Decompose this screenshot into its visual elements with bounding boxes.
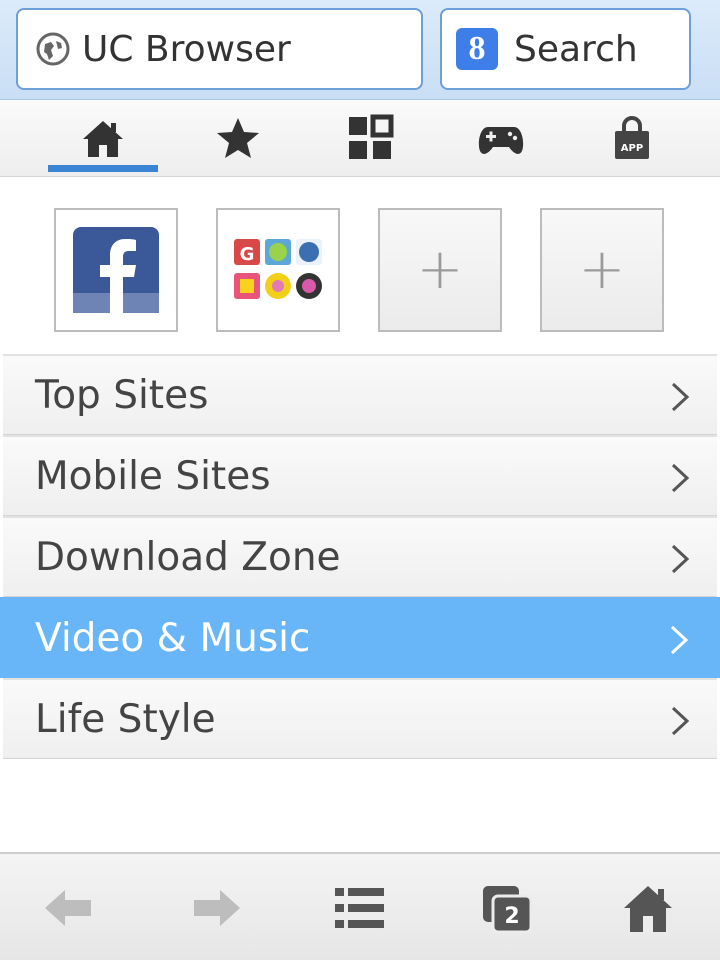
category-label: Download Zone [35,534,341,580]
forward-arrow-icon [194,890,240,926]
grid-icon [349,114,394,159]
chevron-right-icon [671,544,690,574]
category-mobile-sites[interactable]: Mobile Sites [3,435,717,516]
tab-home[interactable] [48,100,158,176]
category-label: Top Sites [35,372,209,418]
category-label: Mobile Sites [35,453,271,499]
category-label: Life Style [35,696,216,742]
shortcut-facebook[interactable] [54,208,178,332]
chevron-right-icon [671,382,690,412]
google-g-icon: 8 [456,28,498,70]
home-icon [624,886,672,932]
app-bag-icon: APP [615,116,649,159]
tab-app-store[interactable]: APP [577,100,687,176]
bottom-toolbar: 2 [0,852,720,960]
plus-icon: + [578,237,626,302]
category-download-zone[interactable]: Download Zone [3,516,717,597]
menu-button[interactable] [324,876,394,940]
search-label: Search [514,28,638,70]
address-bar[interactable]: UC Browser [16,8,423,90]
add-shortcut-button[interactable]: + [540,208,664,332]
facebook-icon [73,227,159,313]
address-text: UC Browser [82,28,291,70]
forward-button[interactable] [181,876,251,940]
chevron-right-icon [671,463,690,493]
back-arrow-icon [45,890,91,926]
chevron-right-icon [671,706,690,736]
home-button[interactable] [613,876,683,940]
window-count: 2 [504,904,519,929]
category-life-style[interactable]: Life Style [3,678,717,759]
tab-bookmarks[interactable] [183,100,293,176]
category-top-sites[interactable]: Top Sites [3,354,717,435]
add-shortcut-button[interactable]: + [378,208,502,332]
category-list: Top Sites Mobile Sites Download Zone Vid… [0,354,720,759]
menu-list-icon [335,888,384,928]
app-folder-icon: G [234,239,322,299]
gamepad-icon [478,127,524,154]
globe-icon [36,32,70,66]
tab-games[interactable] [446,100,556,176]
svg-text:G: G [240,244,255,265]
shortcut-apps-folder[interactable]: G [216,208,340,332]
windows-button[interactable]: 2 [472,876,542,940]
svg-text:APP: APP [621,143,643,154]
home-icon [83,121,123,157]
category-video-music[interactable]: Video & Music [0,597,720,678]
back-button[interactable] [34,876,104,940]
category-label: Video & Music [35,615,311,661]
star-icon [217,118,259,158]
nav-tab-strip: APP [0,100,720,177]
chevron-right-icon [670,625,689,655]
search-box[interactable]: 8 Search [440,8,691,90]
plus-icon: + [416,237,464,302]
windows-icon: 2 [483,886,533,934]
tab-apps-grid[interactable] [315,100,425,176]
browser-top-bar: UC Browser 8 Search [0,0,720,100]
